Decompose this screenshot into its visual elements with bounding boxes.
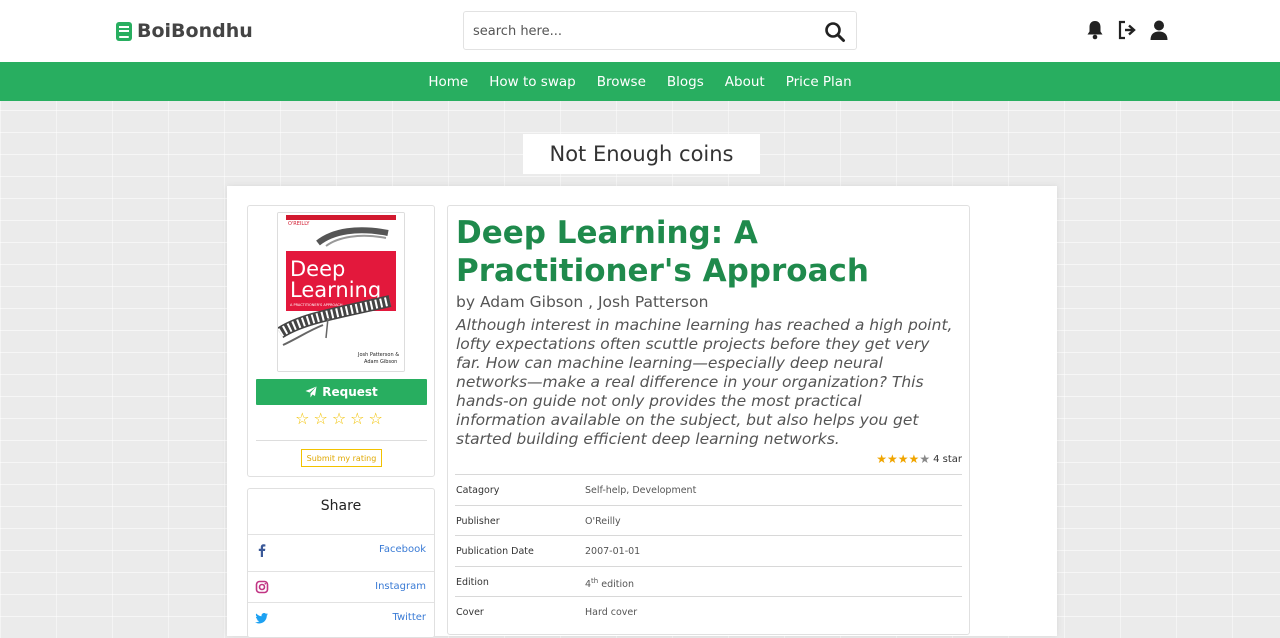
divider [256,440,427,441]
info-value: 2007-01-01 [585,546,641,557]
share-twitter-label: Twitter [392,612,426,623]
share-instagram[interactable]: Instagram [248,571,434,601]
info-key: Cover [456,607,484,618]
book-cover-image: O'REILLY Deep Learning A PRACTITIONER'S … [277,212,405,372]
rating-text: 4 star [933,453,962,465]
rate-star-icon[interactable]: ☆ [295,409,313,428]
request-button[interactable]: Request [256,379,427,405]
star-icon: ★ [919,452,931,466]
share-card: Share Facebook Instagram Twitter [247,488,435,638]
rate-star-icon[interactable]: ☆ [313,409,331,428]
rating-stars: ★★★★★ [876,452,930,466]
share-title: Share [320,498,362,514]
book-details-card: Deep Learning: A Practitioner's Approach… [447,205,970,635]
rate-star-icon[interactable]: ☆ [332,409,350,428]
info-row-cover: Cover Hard cover [455,596,962,627]
edition-word: edition [598,578,634,590]
nav-browse[interactable]: Browse [597,74,646,90]
star-icon: ★ [887,452,898,466]
main-nav: Home How to swap Browse Blogs About Pric… [0,62,1280,101]
header-actions [1085,19,1169,41]
info-key: Publication Date [456,546,534,557]
share-twitter[interactable]: Twitter [248,602,434,632]
book-average-rating: ★★★★★ 4 star [876,452,962,466]
cover-authors-line1: Josh Patterson & [357,352,399,358]
cover-title-line2: Learning [290,278,381,302]
cover-subtitle: A PRACTITIONER'S APPROACH [290,303,343,307]
info-row-category: Catagory Self-help, Development [455,474,962,505]
search-box [463,11,857,50]
info-key: Catagory [456,485,500,496]
paper-plane-icon [305,386,317,398]
book-author: by Adam Gibson , Josh Patterson [456,293,709,311]
rate-star-icon[interactable]: ☆ [350,409,368,428]
info-row-edition: Edition 4th edition [455,565,962,597]
nav-how-to-swap[interactable]: How to swap [489,74,576,90]
info-value: Self-help, Development [585,485,697,496]
info-row-publication-date: Publication Date 2007-01-01 [455,535,962,566]
share-facebook-label: Facebook [379,544,426,555]
facebook-icon [258,544,266,557]
cover-publisher-mark: O'REILLY [288,221,310,227]
brand-name: BoiBondhu [137,20,253,42]
logout-icon[interactable] [1117,19,1137,41]
nav-price-plan[interactable]: Price Plan [786,74,852,90]
star-icon: ★ [897,452,909,466]
search-input[interactable] [473,21,803,41]
coins-alert: Not Enough coins [523,134,760,174]
star-icon: ★ [876,452,888,466]
info-value: O'Reilly [585,515,621,527]
user-rating-stars[interactable]: ☆☆☆☆☆ [248,409,434,428]
book-info-table: Catagory Self-help, Development Publishe… [455,474,962,627]
share-instagram-label: Instagram [375,581,426,592]
book-icon [116,21,132,41]
info-key: Edition [456,576,489,588]
nav-home[interactable]: Home [428,74,468,90]
info-value: Hard cover [585,607,638,618]
bell-icon[interactable] [1085,19,1105,41]
info-key: Publisher [456,515,500,527]
header: BoiBondhu [0,0,1280,62]
search-icon[interactable] [824,21,846,43]
book-description: Although interest in machine learning ha… [456,316,953,448]
brand-logo[interactable]: BoiBondhu [115,19,253,43]
submit-rating-button[interactable]: Submit my rating [301,449,382,467]
book-cover-card: O'REILLY Deep Learning A PRACTITIONER'S … [247,205,435,477]
rate-star-icon[interactable]: ☆ [369,409,387,428]
info-value: 4th edition [585,577,634,590]
cover-authors-line2: Adam Gibson [364,359,397,365]
nav-about[interactable]: About [725,74,765,90]
star-icon: ★ [908,452,920,466]
nav-blogs[interactable]: Blogs [667,74,704,90]
request-label: Request [322,385,378,399]
book-title: Deep Learning: A Practitioner's Approach [456,215,869,289]
instagram-icon [255,580,269,594]
info-row-publisher: Publisher O'Reilly [455,504,962,536]
user-icon[interactable] [1149,19,1169,41]
share-facebook[interactable]: Facebook [248,534,434,564]
